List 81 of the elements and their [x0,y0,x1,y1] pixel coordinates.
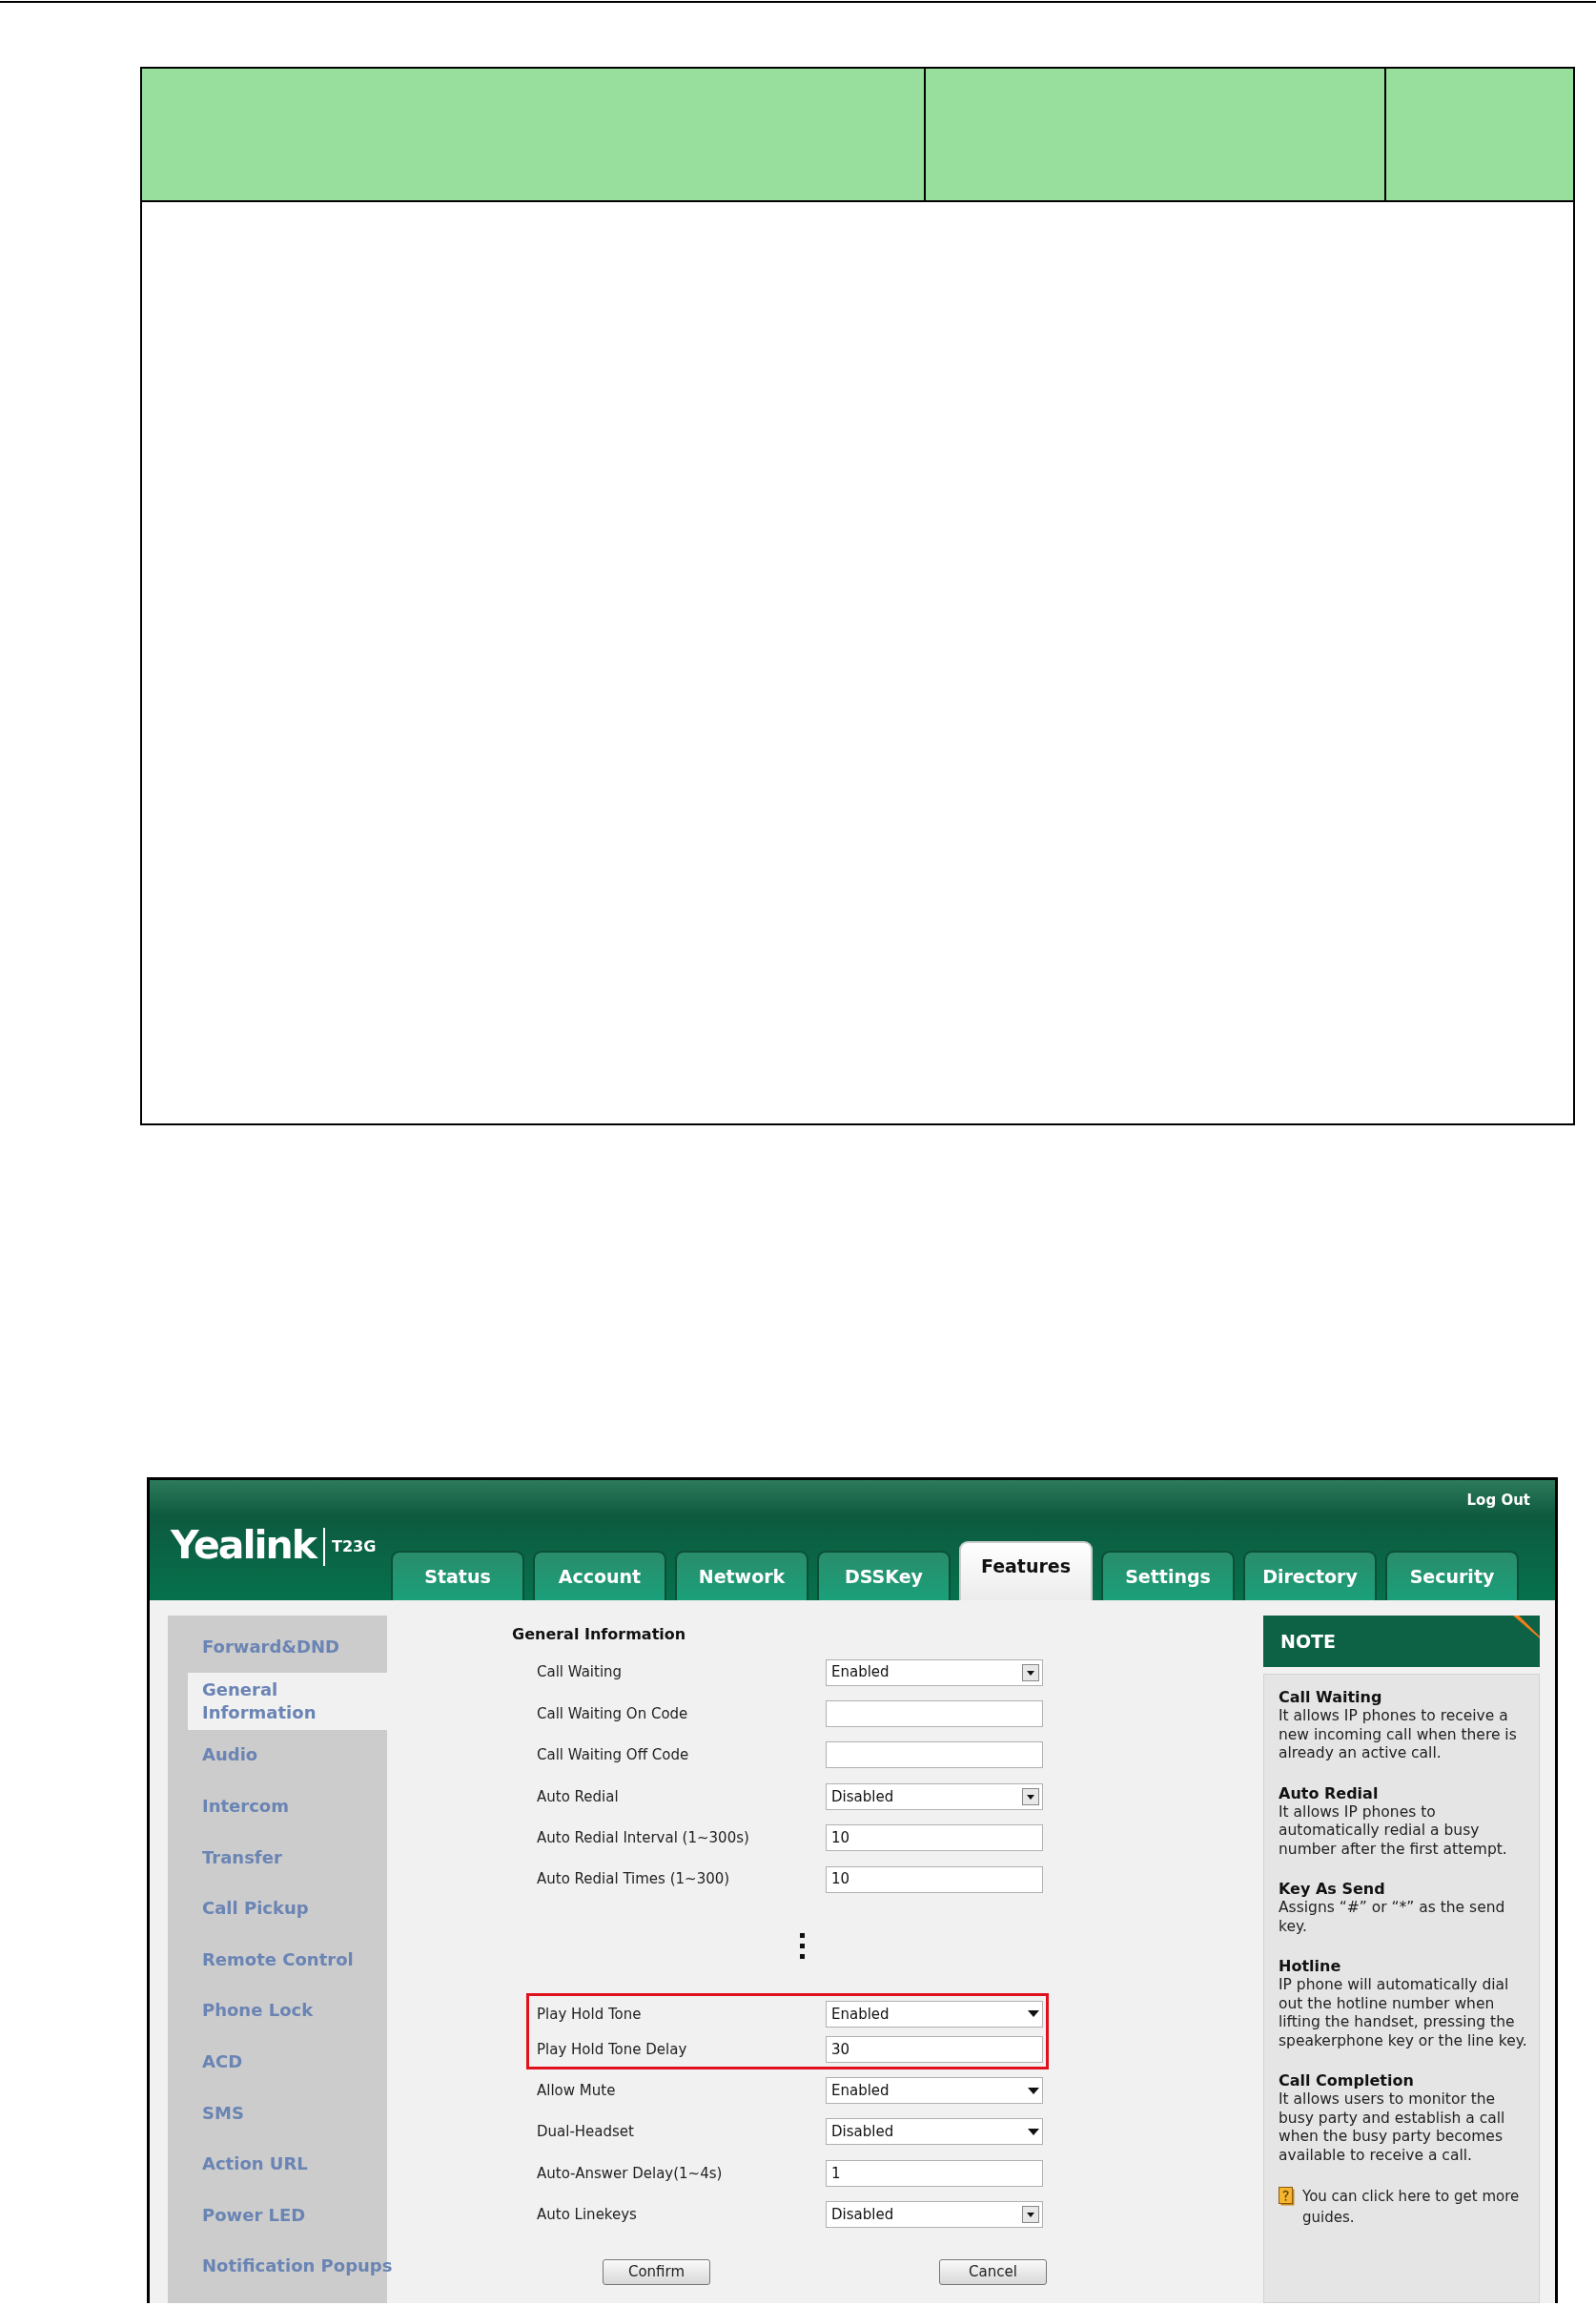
nav-tab[interactable]: Network [675,1551,808,1600]
field-label: Auto Redial [537,1786,620,1807]
sidebar-item[interactable]: SMS [168,2087,400,2139]
note-heading: Call Waiting [1279,1688,1383,1707]
logo-text: Yealink [171,1524,316,1566]
dropdown-field[interactable]: Enabled [826,1658,1043,1686]
dropdown-value: Enabled [831,2080,890,2101]
sidebar-item[interactable]: Power LED [168,2189,400,2241]
input-value: 10 [831,1828,850,1848]
sidebar-item[interactable]: Phone Lock [168,1985,400,2037]
input-field[interactable]: 1 [826,2159,1043,2187]
nav-tab[interactable]: Status [391,1551,524,1600]
sidebar-item[interactable]: Intercom [168,1781,400,1832]
note-title: NOTE [1280,1629,1336,1654]
cancel-button[interactable]: Cancel [939,2258,1047,2285]
sidebar-item[interactable]: ACD [168,2036,400,2088]
field-label: Call Waiting [537,1662,624,1683]
input-value: 1 [831,2163,841,2184]
dropdown-field[interactable]: Enabled [826,2077,1043,2105]
dropdown-field[interactable]: Disabled [826,2118,1043,2146]
dropdown-value: Disabled [831,1786,894,1807]
note-text: It allows users to monitor the busy party and establish a call when the busy party becomes available to receive a call. [1279,2090,1506,2165]
input-field[interactable] [826,1741,1043,1769]
note-text: Assigns “#” or “*” as the send key. [1279,1899,1506,1936]
dropdown-value: Disabled [831,2122,894,2143]
sidebar-item[interactable]: Call Pickup [168,1883,400,1934]
dropdown-value: Enabled [831,1662,890,1683]
note-heading: Key As Send [1279,1880,1386,1899]
dropdown-button-icon [1022,1787,1039,1805]
input-field[interactable] [826,1700,1043,1728]
field-label: Auto Linekeys [537,2204,638,2225]
nav-tab[interactable]: DSSKey [817,1551,951,1600]
corner-fold-icon [1513,1616,1540,1638]
field-label: Auto Redial Interval (1~300s) [537,1828,750,1848]
dropdown-value: Disabled [831,2204,894,2225]
sidebar-item[interactable]: Forward&DND [168,1621,400,1673]
dropdown-value: Enabled [831,2004,890,2025]
field-label: Play Hold Tone [537,2004,643,2025]
field-label: Dual-Headset [537,2122,635,2143]
field-label: Auto-Answer Delay(1~4s) [537,2163,724,2184]
note-text: IP phone will automatically dial out the hotline number when lifting the handset, pressing the speakerphone key or the line key. [1279,1976,1527,2050]
input-value: 30 [831,2039,850,2060]
nav-tab[interactable]: Account [533,1551,666,1600]
nav-tab[interactable]: Settings [1101,1551,1235,1600]
caret-icon [1028,2010,1039,2018]
nav-tab[interactable]: Features [959,1541,1093,1600]
input-value: 10 [831,1869,850,1890]
note-heading: Hotline [1279,1957,1342,1976]
confirm-button[interactable]: Confirm [603,2258,710,2285]
note-text: It allows IP phones to receive a new incoming call when there is already an active call. [1279,1707,1518,1763]
note-heading: Call Completion [1279,2071,1415,2090]
nav-tab[interactable]: Security [1385,1551,1519,1600]
caret-icon [1028,2128,1039,2135]
dropdown-field[interactable]: Disabled [826,1782,1043,1810]
sidebar-item[interactable]: Action URL [168,2138,400,2190]
dropdown-button-icon [1022,2206,1039,2224]
sidebar-item[interactable]: Notification Popups [168,2240,400,2293]
logout-link[interactable]: Log Out [1466,1490,1530,1512]
sidebar-item[interactable]: Audio [168,1729,400,1781]
dropdown-field[interactable]: Enabled [826,2000,1043,2028]
field-label: Play Hold Tone Delay [537,2039,688,2060]
input-field[interactable]: 10 [826,1865,1043,1893]
help-link[interactable]: You can click here to get more guides. [1302,2186,1527,2228]
vertical-ellipsis-icon [800,1933,806,1961]
input-field[interactable]: 30 [826,2035,1043,2063]
sidebar-item[interactable]: Remote Control [168,1933,400,1986]
caret-icon [1028,2087,1039,2094]
field-label: Allow Mute [537,2080,617,2101]
field-label: Call Waiting Off Code [537,1745,690,1766]
help-icon[interactable] [1279,2187,1295,2206]
field-label: Call Waiting On Code [537,1703,689,1724]
section-title: General Information [512,1624,687,1645]
nav-tab[interactable]: Directory [1243,1551,1377,1600]
field-label: Auto Redial Times (1~300) [537,1869,731,1890]
sidebar-item[interactable]: Transfer [168,1831,400,1884]
input-field[interactable]: 10 [826,1824,1043,1852]
model-label: T23G [322,1528,377,1566]
note-heading: Auto Redial [1279,1783,1380,1803]
note-text: It allows IP phones to automatically redial a busy number after the first attempt. [1279,1802,1508,1859]
dropdown-button-icon [1022,1663,1039,1681]
dropdown-field[interactable]: Disabled [826,2201,1043,2229]
